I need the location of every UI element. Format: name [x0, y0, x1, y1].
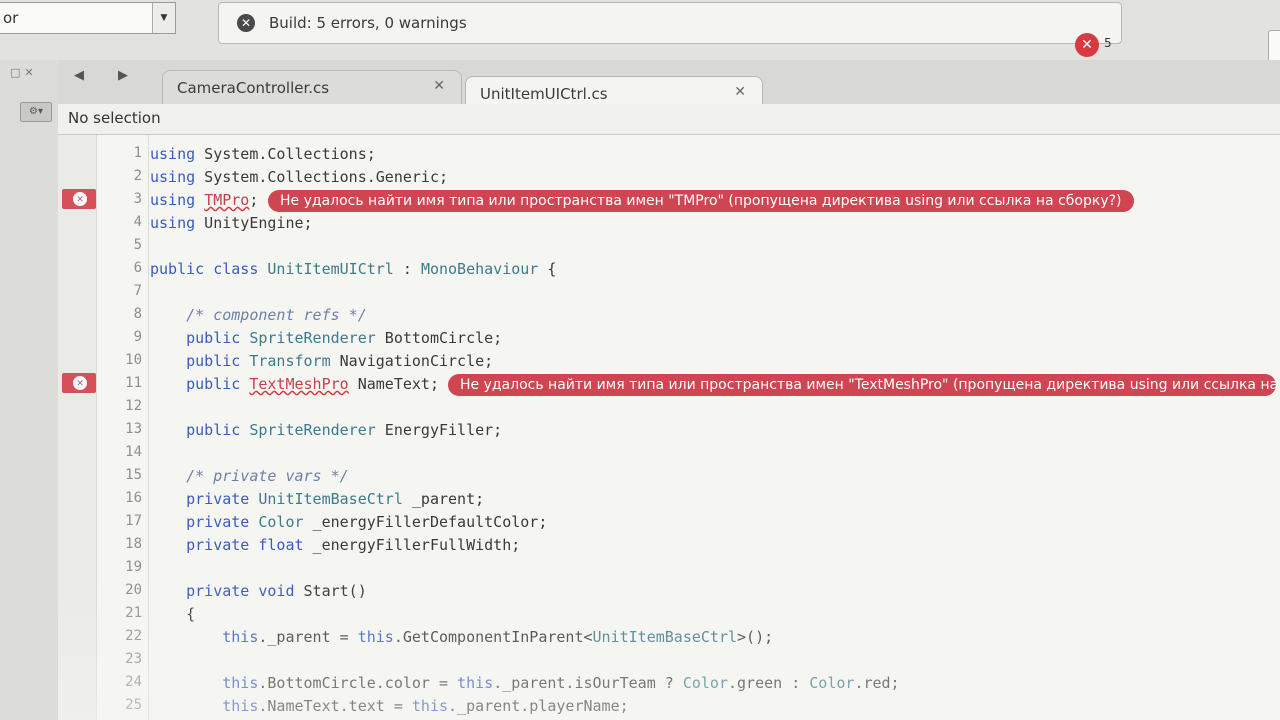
dock-window-controls[interactable]: □✕: [10, 66, 38, 79]
line-number[interactable]: 9: [118, 329, 142, 345]
forward-arrow-icon[interactable]: ▶: [118, 68, 128, 83]
gear-icon[interactable]: ⚙▾: [20, 102, 52, 122]
code-line[interactable]: 23: [58, 649, 1280, 672]
code-text[interactable]: public Transform NavigationCircle;: [150, 352, 493, 370]
restore-icon[interactable]: □: [10, 66, 24, 79]
code-line[interactable]: 24 this.BottomCircle.color = this._paren…: [58, 672, 1280, 695]
code-text[interactable]: this._parent = this.GetComponentInParent…: [150, 628, 773, 646]
code-text[interactable]: using System.Collections;: [150, 145, 376, 163]
line-number[interactable]: 20: [118, 582, 142, 598]
code-line[interactable]: 19: [58, 557, 1280, 580]
code-line[interactable]: 6 public class UnitItemUICtrl : MonoBehav…: [58, 258, 1280, 281]
line-number[interactable]: 1: [118, 145, 142, 161]
main-toolbar: or ▼ ✕ Build: 5 errors, 0 warnings ✕ 5: [0, 0, 1280, 70]
code-line[interactable]: 25 this.NameText.text = this._parent.pla…: [58, 695, 1280, 718]
line-number[interactable]: 13: [118, 421, 142, 437]
code-text[interactable]: using TMPro;: [150, 191, 258, 209]
tab-label: CameraController.cs: [177, 79, 330, 97]
code-editor[interactable]: 1 using System.Collections; 2 using System.…: [58, 135, 1280, 720]
close-icon[interactable]: ✕: [734, 84, 746, 100]
line-number[interactable]: 3: [118, 191, 142, 207]
code-text[interactable]: {: [150, 605, 195, 623]
build-status-panel[interactable]: ✕ Build: 5 errors, 0 warnings: [218, 2, 1122, 44]
code-text[interactable]: private Color _energyFillerDefaultColor;: [150, 513, 547, 531]
line-number[interactable]: 10: [118, 352, 142, 368]
line-number[interactable]: 22: [118, 628, 142, 644]
code-line[interactable]: 11 public TextMeshPro NameText; ✕ Не удало…: [58, 373, 1280, 396]
code-line[interactable]: 22 this._parent = this.GetComponentInPar…: [58, 626, 1280, 649]
breadcrumb[interactable]: No selection: [58, 104, 1280, 135]
configuration-value: or: [3, 9, 19, 27]
code-line[interactable]: 10 public Transform NavigationCircle;: [58, 350, 1280, 373]
error-badge-icon[interactable]: ✕: [1075, 33, 1099, 57]
code-line[interactable]: 21 {: [58, 603, 1280, 626]
close-icon[interactable]: ✕: [24, 66, 37, 79]
code-line[interactable]: 5: [58, 235, 1280, 258]
line-number[interactable]: 6: [118, 260, 142, 276]
code-line[interactable]: 4 using UnityEngine;: [58, 212, 1280, 235]
code-line[interactable]: 15 /* private vars */: [58, 465, 1280, 488]
code-text[interactable]: using UnityEngine;: [150, 214, 313, 232]
code-line[interactable]: 13 public SpriteRenderer EnergyFiller;: [58, 419, 1280, 442]
back-arrow-icon[interactable]: ◀: [74, 68, 84, 83]
line-number[interactable]: 11: [118, 375, 142, 391]
line-number[interactable]: 14: [118, 444, 142, 460]
line-number[interactable]: 17: [118, 513, 142, 529]
line-number[interactable]: 7: [118, 283, 142, 299]
build-status-icon: ✕: [237, 14, 255, 32]
line-number[interactable]: 8: [118, 306, 142, 322]
line-number[interactable]: 18: [118, 536, 142, 552]
line-number[interactable]: 5: [118, 237, 142, 253]
code-line[interactable]: 12: [58, 396, 1280, 419]
code-text[interactable]: private float _energyFillerFullWidth;: [150, 536, 520, 554]
tab-label: UnitItemUICtrl.cs: [480, 85, 608, 103]
code-text[interactable]: private void Start(): [150, 582, 367, 600]
error-marker-icon[interactable]: ✕: [62, 373, 96, 393]
code-text[interactable]: public SpriteRenderer BottomCircle;: [150, 329, 502, 347]
line-number[interactable]: 4: [118, 214, 142, 230]
line-number[interactable]: 23: [118, 651, 142, 667]
line-number[interactable]: 16: [118, 490, 142, 506]
line-number[interactable]: 21: [118, 605, 142, 621]
code-line[interactable]: 16 private UnitItemBaseCtrl _parent;: [58, 488, 1280, 511]
code-line[interactable]: 17 private Color _energyFillerDefaultCol…: [58, 511, 1280, 534]
code-text[interactable]: private UnitItemBaseCtrl _parent;: [150, 490, 484, 508]
line-number[interactable]: 25: [118, 697, 142, 713]
tab-cameracontroller[interactable]: CameraController.cs ✕: [162, 70, 462, 104]
code-line[interactable]: 9 public SpriteRenderer BottomCircle;: [58, 327, 1280, 350]
configuration-dropdown[interactable]: or ▼: [0, 2, 176, 34]
code-text[interactable]: public class UnitItemUICtrl : MonoBehavi…: [150, 260, 556, 278]
error-bubble[interactable]: Не удалось найти имя типа или пространст…: [268, 190, 1134, 212]
code-line[interactable]: 18 private float _energyFillerFullWidth;: [58, 534, 1280, 557]
code-text[interactable]: public TextMeshPro NameText;: [150, 375, 439, 393]
code-line[interactable]: 8 /* component refs */: [58, 304, 1280, 327]
code-line[interactable]: 1 using System.Collections;: [58, 143, 1280, 166]
code-line[interactable]: 20 private void Start(): [58, 580, 1280, 603]
line-number[interactable]: 24: [118, 674, 142, 690]
code-line[interactable]: 7: [58, 281, 1280, 304]
error-count[interactable]: 5: [1104, 36, 1112, 50]
error-bubble[interactable]: Не удалось найти имя типа или пространст…: [448, 374, 1276, 396]
close-icon[interactable]: ✕: [433, 78, 445, 94]
line-number[interactable]: 2: [118, 168, 142, 184]
line-number[interactable]: 19: [118, 559, 142, 575]
build-status-text: Build: 5 errors, 0 warnings: [269, 14, 467, 32]
code-text[interactable]: this.NameText.text = this._parent.player…: [150, 697, 628, 715]
code-text[interactable]: using System.Collections.Generic;: [150, 168, 448, 186]
code-text[interactable]: this.BottomCircle.color = this._parent.i…: [150, 674, 899, 692]
chevron-down-icon[interactable]: ▼: [152, 3, 175, 33]
code-text[interactable]: /* component refs */: [150, 306, 367, 324]
breadcrumb-label: No selection: [68, 109, 161, 127]
code-line[interactable]: 14: [58, 442, 1280, 465]
code-line[interactable]: 2 using System.Collections.Generic;: [58, 166, 1280, 189]
code-line[interactable]: 3 using TMPro; ✕ Не удалось найти имя типа …: [58, 189, 1280, 212]
code-text[interactable]: /* private vars */: [150, 467, 349, 485]
error-marker-icon[interactable]: ✕: [62, 189, 96, 209]
line-number[interactable]: 15: [118, 467, 142, 483]
line-number[interactable]: 12: [118, 398, 142, 414]
code-text[interactable]: public SpriteRenderer EnergyFiller;: [150, 421, 502, 439]
left-dock-panel: [0, 60, 59, 720]
